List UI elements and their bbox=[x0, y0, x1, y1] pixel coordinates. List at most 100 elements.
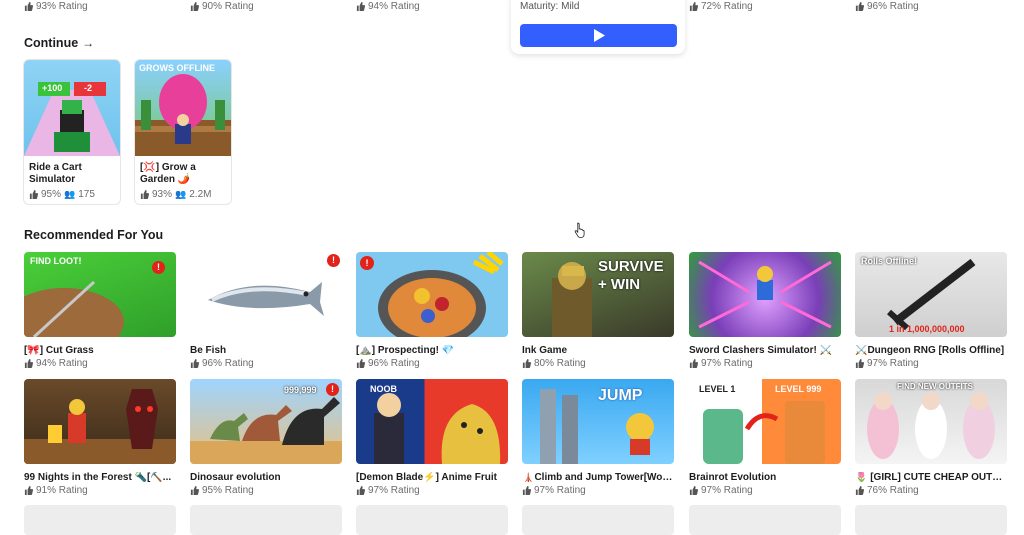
game-rating: 96% Rating bbox=[190, 358, 254, 369]
loading-placeholder bbox=[855, 505, 1007, 535]
game-rating: 97% Rating bbox=[689, 358, 753, 369]
game-title[interactable]: ⚔️Dungeon RNG [Rolls Offline] bbox=[855, 345, 1007, 356]
rating-text: 94% Rating bbox=[36, 358, 88, 369]
thumbs-up-icon bbox=[190, 486, 199, 495]
game-thumbnail[interactable]: LEVEL 1 LEVEL 999 bbox=[689, 379, 841, 464]
thumbs-up-icon bbox=[24, 359, 33, 368]
game-thumbnail[interactable] bbox=[190, 252, 342, 337]
thumbs-up-icon bbox=[689, 2, 698, 11]
loading-placeholder bbox=[689, 505, 841, 535]
thumbs-up-icon bbox=[24, 486, 33, 495]
game-title[interactable]: Sword Clashers Simulator! ⚔️ bbox=[689, 345, 841, 356]
thumb-caption: FIND NEW OUTFITS bbox=[897, 382, 973, 391]
rating-text: 95% Rating bbox=[202, 485, 254, 496]
game-thumbnail: GROWS OFFLINE bbox=[135, 60, 231, 156]
thumbs-up-icon bbox=[522, 359, 531, 368]
rating-text: 96% Rating bbox=[867, 1, 919, 12]
game-thumbnail[interactable]: SURVIVE + WIN bbox=[522, 252, 674, 337]
play-icon bbox=[594, 29, 605, 42]
rating-text: 94% Rating bbox=[368, 1, 420, 12]
arrow-right-icon: → bbox=[82, 36, 95, 50]
thumb-caption: -2 bbox=[84, 83, 93, 93]
game-title[interactable]: [⛰️] Prospecting! 💎 bbox=[356, 345, 508, 356]
game-card-grow-a-garden[interactable]: GROWS OFFLINE [💢] Grow a Garden 🌶️ 93% 👥… bbox=[134, 59, 232, 205]
game-title[interactable]: [🎀] Cut Grass bbox=[24, 345, 176, 356]
game-thumbnail[interactable]: Rolls Offline! 1 in 1,000,000,000 bbox=[855, 252, 1007, 337]
rating-text: 97% Rating bbox=[701, 485, 753, 496]
alert-badge-icon: ! bbox=[326, 383, 339, 396]
thumbs-up-icon bbox=[855, 2, 864, 11]
game-rating: 94% Rating bbox=[356, 1, 420, 12]
game-rating: 93% Rating bbox=[24, 1, 88, 12]
game-title[interactable]: Brainrot Evolution bbox=[689, 472, 841, 483]
rating-text: 90% Rating bbox=[202, 1, 254, 12]
thumbs-up-icon bbox=[356, 359, 365, 368]
game-stats: 93% 👥 2.2M bbox=[140, 189, 211, 200]
game-rating: 94% Rating bbox=[24, 358, 88, 369]
game-rating: 95% Rating bbox=[190, 485, 254, 496]
thumb-caption: 1 in 1,000,000,000 bbox=[889, 324, 965, 334]
rating-text: 93% Rating bbox=[36, 1, 88, 12]
rating-text: 72% Rating bbox=[701, 1, 753, 12]
thumbs-up-icon bbox=[190, 359, 199, 368]
rating-text: 96% Rating bbox=[368, 358, 420, 369]
game-thumbnail[interactable]: FIND NEW OUTFITS bbox=[855, 379, 1007, 464]
game-card-ride-a-cart[interactable]: +100 -2 Ride a Cart Simulator 95% 👥 175 bbox=[23, 59, 121, 205]
game-thumbnail[interactable]: JUMP bbox=[522, 379, 674, 464]
loading-placeholder bbox=[522, 505, 674, 535]
game-rating: 76% Rating bbox=[855, 485, 919, 496]
rating-text: 97% Rating bbox=[701, 358, 753, 369]
hover-card: Maturity: Mild bbox=[511, 0, 685, 54]
rating-text: 97% Rating bbox=[867, 358, 919, 369]
thumb-caption: Rolls Offline! bbox=[861, 256, 917, 266]
game-title[interactable]: Dinosaur evolution bbox=[190, 472, 342, 483]
rating-text: 80% Rating bbox=[534, 358, 586, 369]
game-rating: 91% Rating bbox=[24, 485, 88, 496]
game-thumbnail[interactable]: NOOB bbox=[356, 379, 508, 464]
game-title[interactable]: 🌷 [GIRL] CUTE CHEAP OUTFITS bbox=[855, 472, 1007, 483]
thumbs-up-icon bbox=[522, 486, 531, 495]
alert-badge-icon: ! bbox=[360, 256, 374, 270]
thumb-caption: LEVEL 999 bbox=[775, 384, 822, 394]
game-rating: 97% Rating bbox=[689, 485, 753, 496]
game-rating: 97% Rating bbox=[356, 485, 420, 496]
thumb-caption: GROWS OFFLINE bbox=[139, 63, 215, 73]
continue-heading[interactable]: Continue → bbox=[24, 36, 94, 50]
thumbs-up-icon bbox=[29, 190, 38, 199]
game-title: [💢] Grow a Garden 🌶️ bbox=[140, 162, 196, 185]
game-thumbnail[interactable] bbox=[24, 379, 176, 464]
players-count: 175 bbox=[78, 189, 95, 200]
game-rating: 80% Rating bbox=[522, 358, 586, 369]
game-title[interactable]: 99 Nights in the Forest 🔦[⛏️... bbox=[24, 472, 176, 483]
game-thumbnail[interactable]: FIND LOOT! ! bbox=[24, 252, 176, 337]
thumbs-up-icon bbox=[689, 486, 698, 495]
thumbs-up-icon bbox=[855, 359, 864, 368]
game-title[interactable]: Be Fish bbox=[190, 345, 342, 356]
game-rating: 97% Rating bbox=[522, 485, 586, 496]
game-title[interactable]: [Demon Blade⚡] Anime Fruit bbox=[356, 472, 508, 483]
rating-text: 76% Rating bbox=[867, 485, 919, 496]
hand-cursor-icon bbox=[574, 222, 585, 238]
rating-text: 97% Rating bbox=[534, 485, 586, 496]
thumbs-up-icon bbox=[689, 359, 698, 368]
game-title[interactable]: Ink Game bbox=[522, 345, 674, 356]
rating-text: 96% Rating bbox=[202, 358, 254, 369]
game-title[interactable]: 🗼Climb and Jump Tower[Worl... bbox=[522, 472, 674, 483]
game-thumbnail: +100 -2 bbox=[24, 60, 120, 156]
alert-badge-icon: ! bbox=[152, 261, 165, 274]
thumbs-up-icon bbox=[190, 2, 199, 11]
game-title: Ride a Cart Simulator bbox=[29, 162, 82, 185]
players-icon: 👥 bbox=[64, 189, 76, 199]
game-thumbnail[interactable] bbox=[689, 252, 841, 337]
thumbs-up-icon bbox=[356, 486, 365, 495]
thumbs-up-icon bbox=[356, 2, 365, 11]
game-thumbnail[interactable]: 999,999 ! bbox=[190, 379, 342, 464]
players-count: 2.2M bbox=[189, 189, 212, 200]
thumb-caption: NOOB bbox=[370, 384, 397, 394]
game-thumbnail[interactable]: ! bbox=[356, 252, 508, 337]
thumbs-up-icon bbox=[140, 190, 149, 199]
rating-text: 95% bbox=[41, 189, 62, 200]
maturity-label: Maturity: Mild bbox=[520, 1, 580, 12]
thumb-caption: LEVEL 1 bbox=[699, 384, 736, 394]
play-button[interactable] bbox=[520, 24, 677, 47]
